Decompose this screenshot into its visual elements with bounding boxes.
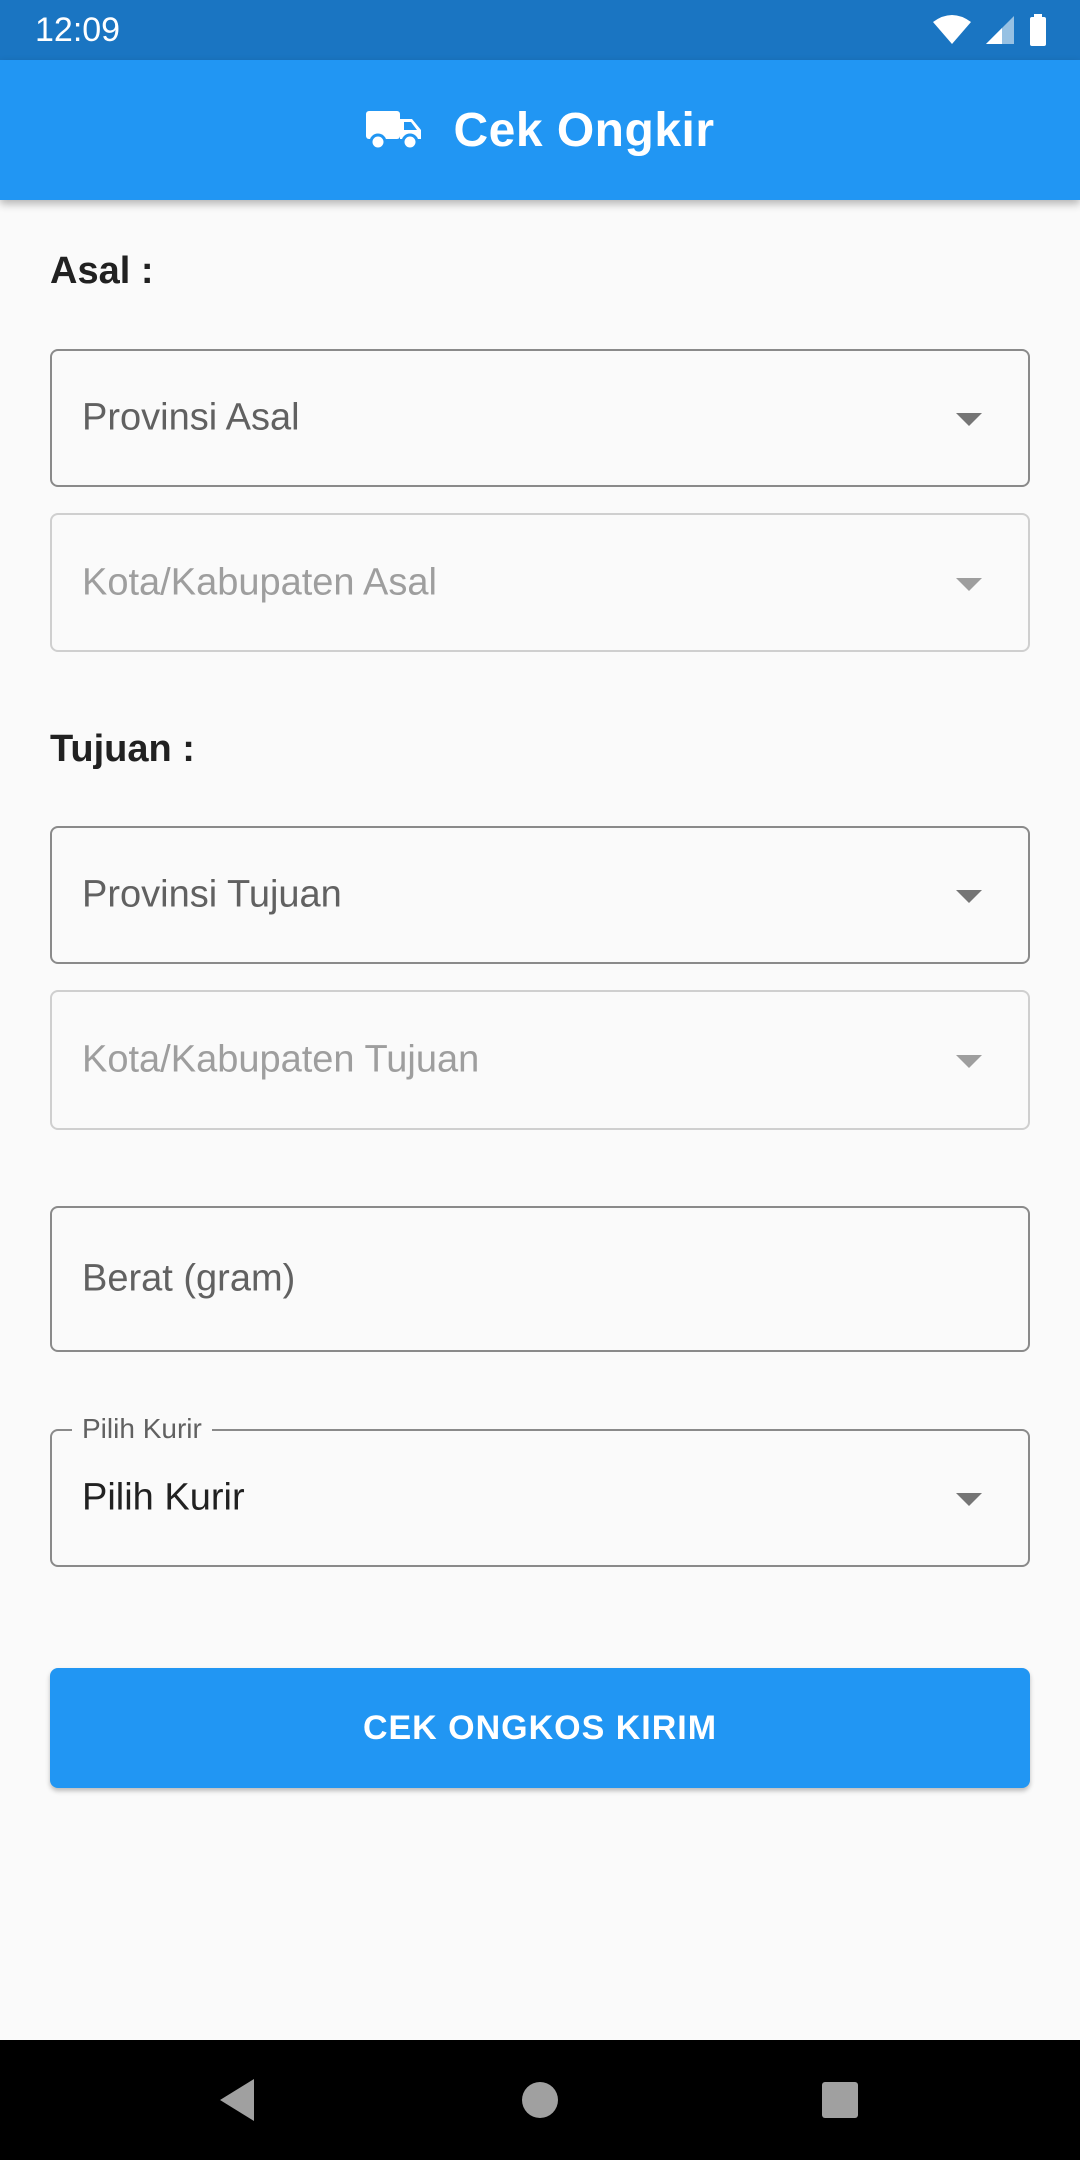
origin-province-placeholder: Provinsi Asal — [82, 396, 300, 439]
wifi-icon — [933, 15, 971, 44]
back-button[interactable] — [177, 2040, 297, 2160]
dropdown-arrow-icon — [956, 1055, 982, 1068]
destination-section-label: Tujuan : — [50, 728, 195, 770]
status-icons — [932, 14, 1048, 46]
app-bar: Cek Ongkir — [0, 60, 1080, 200]
check-shipping-cost-button[interactable]: CEK ONGKOS KIRIM — [50, 1668, 1030, 1788]
origin-section-label: Asal : — [50, 250, 154, 292]
recents-icon — [822, 2082, 858, 2118]
origin-city-placeholder: Kota/Kabupaten Asal — [82, 561, 437, 603]
destination-city-dropdown[interactable]: Kota/Kabupaten Tujuan — [50, 990, 1030, 1130]
status-time: 12:09 — [35, 11, 121, 49]
destination-province-dropdown[interactable]: Provinsi Tujuan — [50, 826, 1030, 964]
dropdown-arrow-icon — [956, 1493, 982, 1506]
home-icon — [522, 2082, 558, 2118]
weight-placeholder: Berat (gram) — [82, 1257, 296, 1300]
courier-selected-value: Pilih Kurir — [82, 1476, 245, 1519]
destination-province-placeholder: Provinsi Tujuan — [82, 873, 342, 916]
screen: 12:09 Cek Ongkir Asal: Provinsi Asal Ko… — [0, 0, 1080, 2160]
dropdown-arrow-icon — [956, 413, 982, 426]
home-button[interactable] — [480, 2040, 600, 2160]
check-shipping-cost-button-label: CEK ONGKOS KIRIM — [362, 1708, 718, 1747]
courier-dropdown[interactable]: Pilih Kurir Pilih Kurir — [50, 1413, 1030, 1567]
battery-icon — [1030, 14, 1046, 46]
destination-city-placeholder: Kota/Kabupaten Tujuan — [82, 1038, 480, 1081]
signal-icon — [986, 16, 1014, 44]
back-icon — [220, 2079, 254, 2121]
origin-city-dropdown[interactable]: Kota/Kabupaten Asal — [50, 513, 1030, 652]
origin-province-dropdown[interactable]: Provinsi Asal — [50, 349, 1030, 487]
navigation-bar — [0, 2040, 1080, 2160]
status-bar: 12:09 — [0, 0, 1080, 60]
page-title: Cek Ongkir — [453, 103, 715, 157]
weight-input[interactable]: Berat (gram) — [50, 1206, 1030, 1352]
dropdown-arrow-icon — [956, 577, 982, 591]
recents-button[interactable] — [780, 2040, 900, 2160]
courier-floating-label: Pilih Kurir — [72, 1413, 212, 1445]
dropdown-arrow-icon — [956, 890, 982, 903]
truck-icon — [366, 111, 422, 151]
